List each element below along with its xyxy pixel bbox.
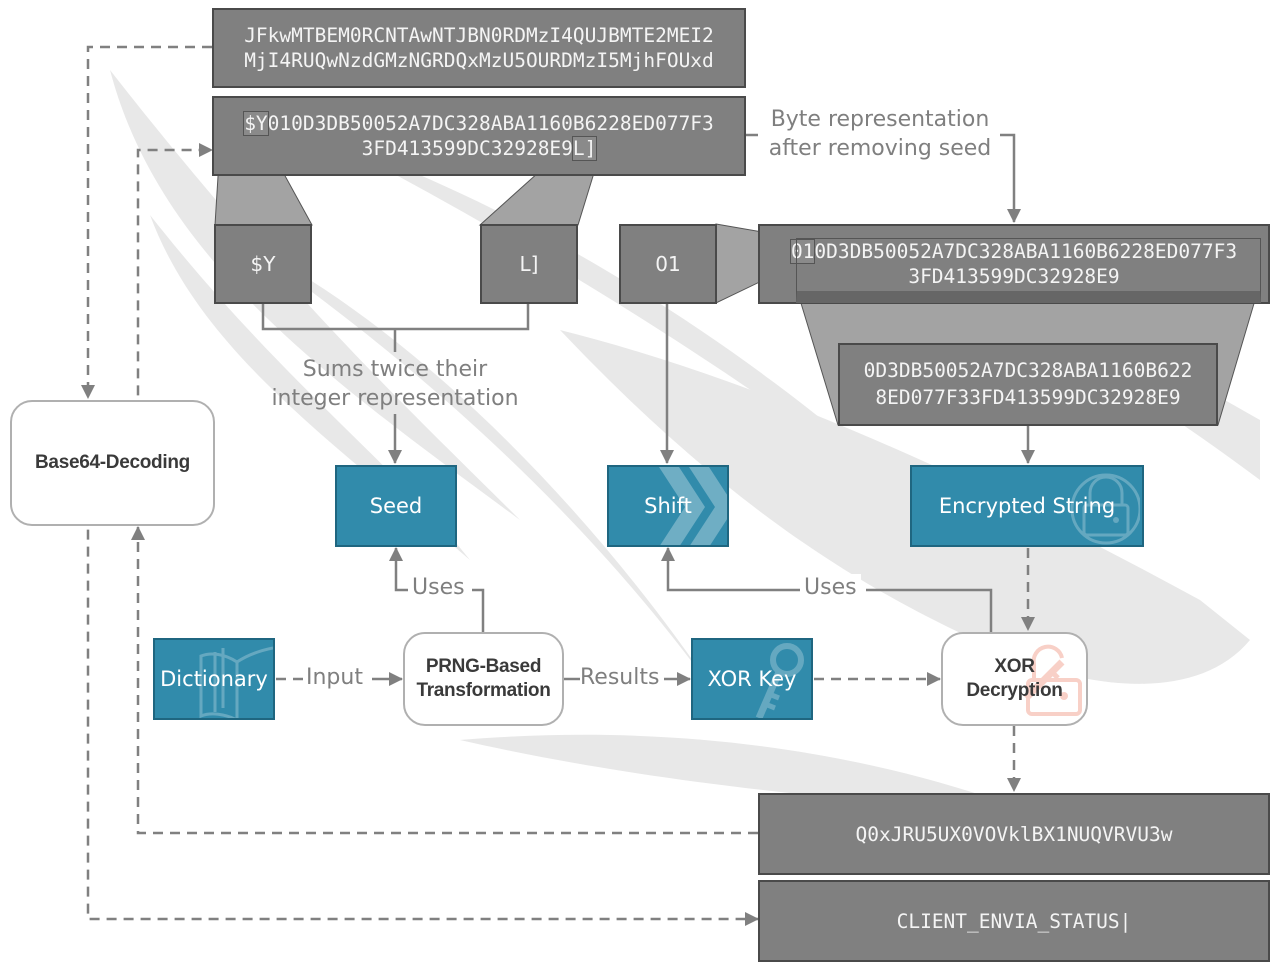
- encrypted-payload-line2: 8ED077F33FD413599DC32928E9: [875, 385, 1181, 409]
- encrypted-payload-line1: 0D3DB50052A7DC328ABA1160B622: [863, 359, 1193, 383]
- uses-seed-label: Uses: [408, 574, 469, 603]
- base64-decoding-node: Base64-Decoding: [10, 400, 215, 526]
- results-label: Results: [580, 665, 660, 690]
- xor-output-box: Q0xJRU5UX0VOVklBX1NUQVRVU3w: [758, 793, 1270, 875]
- seed-last-chars: L]: [480, 224, 578, 304]
- dictionary-node: Dictionary: [153, 638, 275, 720]
- encoded-input-box: JFkwMTBEM0RCNTAwNTJBN0RDMzI4QUJBMTE2MEI2…: [212, 8, 746, 88]
- xor-decryption-node: XOR Decryption: [941, 632, 1088, 726]
- encoded-input-line2: MjI4RUQwNzdGMzNGRDQxMzU5OURDMzI5MjhFOUxd: [244, 49, 714, 72]
- final-output-box: CLIENT_ENVIA_STATUS|: [758, 880, 1270, 962]
- uses-shift-label: Uses: [800, 574, 861, 603]
- decoded-bytes-box: $Y010D3DB50052A7DC328ABA1160B6228ED077F3…: [212, 96, 746, 176]
- without-seed-line2: 3FD413599DC32928E9: [908, 265, 1120, 288]
- encrypted-string-node: Encrypted String: [910, 465, 1144, 547]
- encoded-input-line1: JFkwMTBEM0RCNTAwNTJBN0RDMzI4QUJBMTE2MEI2: [244, 23, 714, 47]
- connector-prng-uses-seed-arrow: [389, 547, 408, 592]
- decoded-prefix-highlight: $Y: [243, 110, 269, 136]
- without-seed-line1-rest: 0D3DB50052A7DC328ABA1160B6228ED077F3: [814, 239, 1238, 263]
- connector-byte-rep-arrow: [1000, 133, 1021, 223]
- decoded-line1-rest: 010D3DB50052A7DC328ABA1160B6228ED077F3: [267, 111, 714, 135]
- decoded-suffix-highlight: L]: [571, 136, 598, 161]
- connector-prng-uses-seed: [472, 588, 485, 632]
- sums-twice-label: Sums twice their integer representation: [271, 357, 519, 411]
- seed-first-chars: $Y: [214, 224, 312, 304]
- shift-node: Shift: [607, 465, 729, 547]
- xor-key-node: XOR Key: [691, 638, 813, 720]
- connector-xor-uses-shift-arrow: [661, 547, 800, 592]
- decoded-line2-main: 3FD413599DC32928E9: [361, 137, 573, 160]
- without-seed-prefix-highlight: 01: [789, 238, 816, 264]
- prng-transformation-node: PRNG-Based Transformation: [403, 632, 564, 726]
- shift-value-box: 01: [619, 224, 717, 304]
- byte-representation-label: Byte representation after removing seed: [768, 107, 992, 161]
- encrypted-payload-box: 0D3DB50052A7DC328ABA1160B622 8ED077F33FD…: [838, 343, 1218, 426]
- without-seed-box: 010D3DB50052A7DC328ABA1160B6228ED077F3 3…: [758, 224, 1270, 304]
- input-label: Input: [306, 665, 363, 690]
- seed-node: Seed: [335, 465, 457, 547]
